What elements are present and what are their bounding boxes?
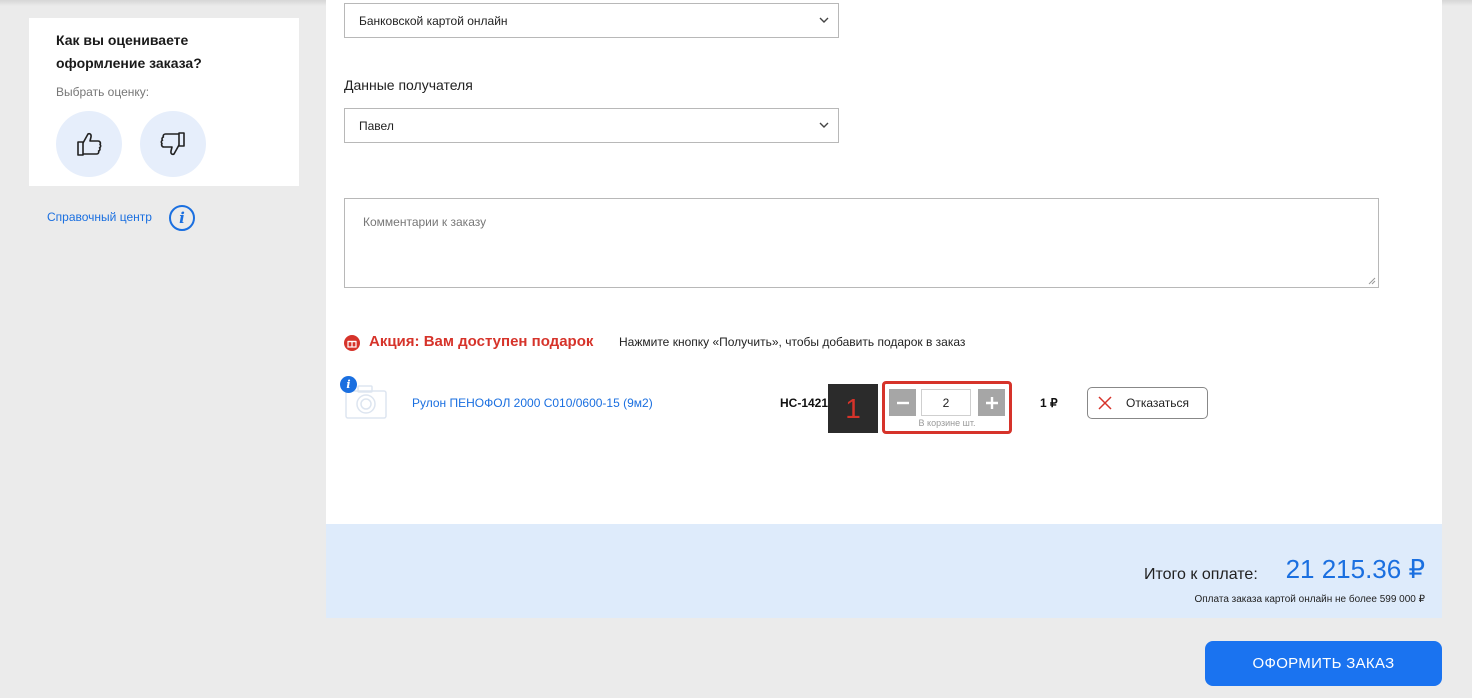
payment-method-value: Банковской картой онлайн	[359, 13, 508, 28]
quantity-input[interactable]	[921, 389, 971, 416]
order-comment-textarea[interactable]: Комментарии к заказу	[344, 198, 1379, 288]
recipient-label: Данные получателя	[344, 77, 473, 93]
minus-icon	[896, 401, 909, 404]
comment-placeholder: Комментарии к заказу	[363, 215, 487, 229]
resize-grip-icon[interactable]	[1368, 277, 1376, 285]
plus-icon	[985, 396, 998, 409]
recipient-value: Павел	[359, 118, 394, 133]
increase-quantity-button[interactable]	[978, 389, 1005, 416]
help-center-link[interactable]: Справочный центр	[47, 210, 152, 224]
decline-gift-button[interactable]: Отказаться	[1087, 387, 1208, 419]
thumbs-up-icon	[77, 132, 102, 156]
product-info-icon[interactable]: i	[340, 376, 357, 393]
payment-method-select[interactable]: Банковской картой онлайн	[344, 3, 839, 38]
rating-subtitle: Выбрать оценку:	[56, 85, 150, 99]
promo-hint: Нажмите кнопку «Получить», чтобы добавит…	[619, 335, 966, 349]
total-label: Итого к оплате:	[1144, 566, 1258, 583]
order-form-panel: Банковской картой онлайн Данные получате…	[326, 0, 1442, 524]
chevron-down-icon	[819, 122, 829, 128]
rating-card: Как вы оцениваете оформление заказа? Выб…	[29, 18, 299, 186]
quantity-stepper: В корзине шт.	[882, 381, 1012, 434]
gift-price: 1 ₽	[1040, 396, 1058, 410]
dislike-button[interactable]	[140, 111, 206, 177]
order-total-bar: Итого к оплате: 21 215.36 ₽ Оплата заказ…	[326, 524, 1442, 618]
gift-product-link[interactable]: Рулон ПЕНОФОЛ 2000 С010/0600-15 (9м2)	[412, 396, 653, 410]
info-icon[interactable]: i	[169, 205, 195, 231]
chevron-down-icon	[819, 17, 829, 23]
payment-limit-note: Оплата заказа картой онлайн не более 599…	[1194, 594, 1425, 605]
close-icon	[1098, 396, 1112, 410]
promo-title: Акция: Вам доступен подарок	[369, 333, 594, 350]
decrease-quantity-button[interactable]	[889, 389, 916, 416]
recipient-select[interactable]: Павел	[344, 108, 839, 143]
place-order-button[interactable]: ОФОРМИТЬ ЗАКАЗ	[1205, 641, 1442, 686]
total-amount: 21 215.36 ₽	[1285, 554, 1425, 584]
gift-icon	[344, 335, 360, 351]
decline-label: Отказаться	[1126, 396, 1190, 410]
thumbs-down-icon	[160, 132, 185, 156]
rating-title: Как вы оцениваете оформление заказа?	[56, 32, 202, 71]
quantity-caption: В корзине шт.	[918, 418, 976, 428]
like-button[interactable]	[56, 111, 122, 177]
annotation-marker: 1	[828, 384, 878, 433]
